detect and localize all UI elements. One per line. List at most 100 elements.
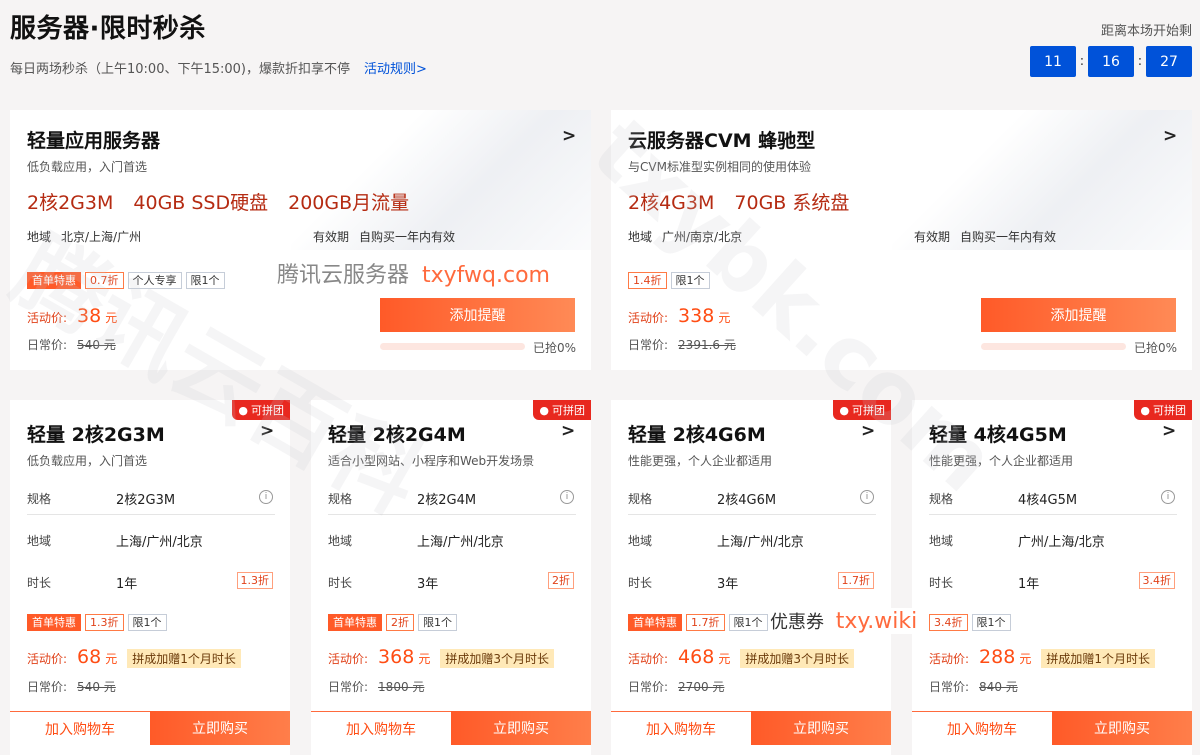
activity-price: 活动价: 68 元 拼成加赠1个月时长 [27,646,241,668]
duration-discount: 3.4折 [1138,572,1175,589]
orig-label: 日常价: [929,680,970,694]
page-subtitle: 每日两场秒杀（上午10:00、下午15:00)，爆款折扣享不停 活动规则> [10,58,427,77]
spec-item: 40GB SSD硬盘 [133,192,269,214]
spec-value: 2核2G4M [417,493,477,508]
coupon-overlay: 优惠券 txy.wiki [768,608,920,634]
spec-item: 2核2G3M [27,192,114,214]
site-overlay: 腾讯云服务器 txyfwq.com [277,257,550,289]
spec-value: 4核4G5M [1018,493,1078,508]
region-info: 地域 北京/上海/广州 [27,228,141,245]
tag-limit: 限1个 [418,614,457,631]
card-title[interactable]: 轻量 2核2G3M [27,420,165,447]
chevron-right-icon[interactable]: > [861,421,875,441]
chevron-right-icon[interactable]: > [1162,421,1176,441]
card-description: 适合小型网站、小程序和Web开发场景 [328,454,535,468]
activity-price: 活动价: 38 元 [27,305,117,327]
tag-list: 首单特惠 0.7折 个人专享 限1个 [27,272,225,289]
spec-label: 规格 [628,492,653,506]
chevron-right-icon[interactable]: > [562,126,576,146]
divider [27,514,275,515]
spec-label: 规格 [27,492,52,506]
product-card-lighthouse: 轻量应用服务器 > 低负载应用，入门首选 2核2G3M 40GB SSD硬盘 2… [10,110,591,370]
price-unit: 元 [105,311,118,325]
buy-now-button[interactable]: 立即购买 [451,711,591,745]
buy-now-button[interactable]: 立即购买 [751,711,891,745]
spec-item: 70GB 系统盘 [734,192,850,214]
price-label: 活动价: [27,652,68,666]
spec-item: 200GB月流量 [288,192,410,214]
site-name-en: txyfwq.com [422,263,550,288]
tag-discount: 0.7折 [85,272,124,289]
group-buy-badge: ● 可拼团 [833,400,891,420]
spec-value: 2核4G6M [717,493,777,508]
card-title[interactable]: 云服务器CVM 蜂驰型 [628,126,815,153]
tag-list: 首单特惠 1.7折 限1个 [628,614,768,631]
group-gift-badge: 拼成加赠3个月时长 [740,649,854,668]
add-reminder-button[interactable]: 添加提醒 [380,298,575,332]
chevron-right-icon[interactable]: > [260,421,274,441]
price-label: 活动价: [328,652,369,666]
duration-value: 1年 [116,577,138,592]
orig-label: 日常价: [27,680,68,694]
chevron-right-icon[interactable]: > [561,421,575,441]
product-card-bottom: ● 可拼团 轻量 2核4G6M > 性能更强，个人企业都适用 规格 2核4G6M… [611,400,891,755]
region-value: 北京/上海/广州 [61,230,142,244]
spec-list: 2核2G3M 40GB SSD硬盘 200GB月流量 [27,188,409,215]
validity-value: 自购买一年内有效 [960,230,1057,244]
price-label: 活动价: [27,311,68,325]
duration-label: 时长 [27,576,52,590]
price-label: 活动价: [628,652,669,666]
page-header: 服务器·限时秒杀 每日两场秒杀（上午10:00、下午15:00)，爆款折扣享不停… [0,0,1200,100]
add-reminder-button[interactable]: 添加提醒 [981,298,1176,332]
price-value: 338 [678,305,715,327]
group-buy-badge: ● 可拼团 [232,400,290,420]
tag-list: 首单特惠 1.3折 限1个 [27,614,167,631]
info-circle-icon[interactable]: i [560,490,574,504]
group-buy-icon: ● [1140,403,1150,417]
orig-label: 日常价: [628,680,669,694]
card-description: 性能更强，个人企业都适用 [628,454,773,468]
card-description: 低负载应用，入门首选 [27,160,148,174]
card-title[interactable]: 轻量 4核4G5M [929,420,1067,447]
spec-list: 2核4G3M 70GB 系统盘 [628,188,849,215]
original-price: 日常价: 840 元 [929,678,1018,695]
group-buy-badge: ● 可拼团 [533,400,591,420]
add-to-cart-button[interactable]: 加入购物车 [10,711,150,745]
coupon-site: txy.wiki [835,609,918,634]
info-circle-icon[interactable]: i [1161,490,1175,504]
info-circle-icon[interactable]: i [860,490,874,504]
tag-limit: 限1个 [185,272,225,289]
region-value: 广州/南京/北京 [662,230,743,244]
add-to-cart-button[interactable]: 加入购物车 [912,711,1052,745]
card-title[interactable]: 轻量应用服务器 [27,126,160,153]
price-label: 活动价: [628,311,669,325]
product-card-bottom: ● 可拼团 轻量 4核4G5M > 性能更强，个人企业都适用 规格 4核4G5M… [912,400,1192,755]
validity-label: 有效期 [313,230,350,244]
buy-now-button[interactable]: 立即购买 [1052,711,1192,745]
price-value: 288 [979,646,1016,668]
info-circle-icon[interactable]: i [259,490,273,504]
product-card-bottom: ● 可拼团 轻量 2核2G4M > 适合小型网站、小程序和Web开发场景 规格 … [311,400,591,755]
card-title[interactable]: 轻量 2核4G6M [628,420,766,447]
buy-now-button[interactable]: 立即购买 [150,711,290,745]
region-label: 地域 [628,534,653,548]
add-to-cart-button[interactable]: 加入购物车 [311,711,451,745]
tag-first-order: 首单特惠 [628,614,682,631]
tag-list: 1.4折 限1个 [628,272,710,289]
region-label: 地域 [328,534,353,548]
price-unit: 元 [105,652,118,666]
rules-link[interactable]: 活动规则> [364,62,427,77]
countdown-separator: : [1079,54,1085,69]
sold-percent: 已抢0% [1134,341,1178,355]
region-label: 地域 [27,230,52,244]
tag-discount: 2折 [386,614,414,631]
divider [628,514,876,515]
duration-discount: 2折 [548,572,574,589]
validity-info: 有效期 自购买一年内有效 [313,228,455,245]
chevron-right-icon[interactable]: > [1163,126,1177,146]
group-gift-badge: 拼成加赠3个月时长 [440,649,554,668]
region-label: 地域 [27,534,52,548]
spec-label: 规格 [929,492,954,506]
card-title[interactable]: 轻量 2核2G4M [328,420,466,447]
add-to-cart-button[interactable]: 加入购物车 [611,711,751,745]
